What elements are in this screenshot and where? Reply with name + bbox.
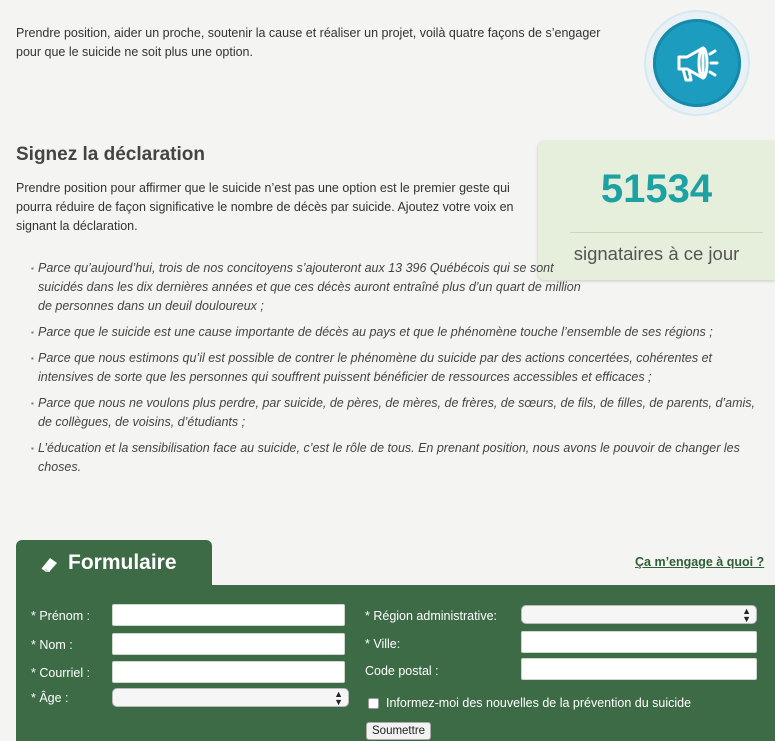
courriel-input[interactable]	[112, 661, 345, 683]
postal-input[interactable]	[521, 658, 757, 680]
list-item: Parce que nous estimons qu’il est possib…	[31, 349, 768, 387]
region-label: * Région administrative:	[365, 609, 498, 623]
prenom-input[interactable]	[112, 604, 345, 626]
select-arrows-icon: ▲ ▼	[334, 689, 343, 707]
list-item: Parce que nous ne voulons plus perdre, p…	[31, 394, 768, 432]
nom-label: * Nom :	[31, 638, 73, 652]
nom-input[interactable]	[112, 633, 345, 655]
list-item: Parce qu’aujourd’hui, trois de nos conci…	[31, 259, 598, 316]
submit-button[interactable]: Soumettre	[366, 722, 432, 740]
eraser-icon	[41, 558, 57, 572]
newsletter-checkbox[interactable]	[368, 698, 379, 709]
select-arrows-icon: ▲ ▼	[742, 606, 751, 624]
age-label: * Âge :	[31, 691, 69, 705]
form-tab: Formulaire	[16, 540, 212, 586]
form-panel: * Prénom : * Nom : * Courriel : * Âge : …	[16, 585, 775, 741]
signature-count: 51534	[600, 167, 713, 211]
postal-label: Code postal :	[365, 664, 439, 678]
region-select[interactable]: ▲ ▼	[521, 605, 757, 624]
form-tab-label: Formulaire	[68, 551, 177, 574]
ville-label: * Ville:	[365, 637, 401, 651]
prenom-label: * Prénom :	[31, 609, 91, 623]
megaphone-badge	[646, 12, 748, 114]
counter-divider	[570, 232, 763, 233]
declaration-points: Parce qu’aujourd’hui, trois de nos conci…	[31, 259, 768, 484]
courriel-label: * Courriel :	[31, 666, 91, 680]
declaration-title: Signez la déclaration	[16, 144, 205, 165]
intro-text: Prendre position, aider un proche, soute…	[16, 26, 601, 59]
list-item: Parce que le suicide est une cause impor…	[31, 323, 768, 342]
declaration-description: Prendre position pour affirmer que le su…	[16, 181, 514, 233]
megaphone-icon	[653, 19, 741, 107]
engage-link[interactable]: Ça m’engage à quoi ?	[635, 555, 764, 569]
page: Prendre position, aider un proche, soute…	[0, 0, 775, 741]
list-item: L’éducation et la sensibilisation face a…	[31, 439, 768, 477]
age-select[interactable]: ▲ ▼	[112, 688, 349, 707]
ville-input[interactable]	[521, 631, 757, 653]
newsletter-label: Informez-moi des nouvelles de la prévent…	[386, 696, 692, 710]
